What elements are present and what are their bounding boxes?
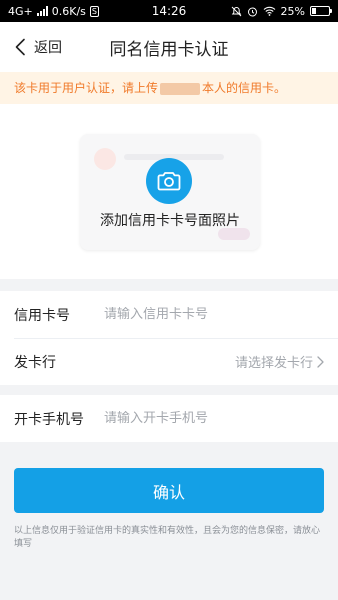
card-number-input[interactable] bbox=[104, 307, 324, 322]
alarm-icon bbox=[247, 7, 257, 16]
notice-text-after: 本人的信用卡。 bbox=[202, 81, 287, 95]
confirm-wrap: 确认 bbox=[0, 468, 338, 513]
privacy-footnote: 以上信息仅用于验证信用卡的真实性和有效性，且会为您的信息保密，请放心填写 bbox=[14, 526, 321, 549]
notice-banner: 该卡用于用户认证，请上传 本人的信用卡。 bbox=[0, 72, 338, 104]
notice-text-before: 该卡用于用户认证，请上传 bbox=[14, 81, 159, 95]
issuer-label: 发卡行 bbox=[14, 354, 56, 371]
card-number-row: 信用卡号 bbox=[0, 291, 338, 338]
redacted-name bbox=[160, 82, 201, 95]
phone-label: 开卡手机号 bbox=[14, 411, 84, 428]
status-right: 25% bbox=[231, 4, 332, 18]
card-photo-upload[interactable]: 添加信用卡卡号面照片 bbox=[80, 134, 260, 250]
back-label: 返回 bbox=[34, 40, 62, 56]
network-type: 4G+ bbox=[8, 4, 33, 18]
issuer-row[interactable]: 发卡行 请选择发卡行 bbox=[0, 338, 338, 385]
chevron-right-icon bbox=[317, 355, 324, 368]
phone-input[interactable] bbox=[104, 411, 324, 426]
upload-section: 添加信用卡卡号面照片 bbox=[0, 104, 338, 279]
card-number-label: 信用卡号 bbox=[14, 307, 70, 324]
confirm-button[interactable]: 确认 bbox=[14, 468, 324, 513]
chevron-left-icon bbox=[15, 38, 25, 56]
wifi-icon bbox=[263, 6, 275, 16]
status-bar: 4G+ 0.6K/s S 14:26 25% bbox=[0, 0, 338, 22]
camera-button[interactable] bbox=[146, 158, 192, 204]
signal-icon bbox=[36, 6, 48, 16]
card-sample-logo bbox=[94, 148, 116, 170]
upload-label: 添加信用卡卡号面照片 bbox=[100, 213, 240, 229]
network-speed: 0.6K/s bbox=[51, 4, 86, 18]
phone-group: 开卡手机号 bbox=[0, 395, 338, 442]
mute-icon bbox=[231, 6, 241, 16]
phone-row: 开卡手机号 bbox=[0, 395, 338, 442]
battery-icon bbox=[310, 6, 332, 16]
battery-percent: 25% bbox=[280, 4, 305, 18]
status-left: 4G+ 0.6K/s S bbox=[8, 5, 99, 18]
camera-icon bbox=[157, 172, 181, 191]
issuer-select[interactable]: 请选择发卡行 bbox=[235, 352, 324, 371]
app-badge-icon: S bbox=[89, 5, 99, 17]
back-button[interactable]: 返回 bbox=[0, 37, 62, 57]
issuer-placeholder: 请选择发卡行 bbox=[234, 356, 313, 371]
card-info-group: 信用卡号 发卡行 请选择发卡行 bbox=[0, 291, 338, 385]
nav-bar: 返回 同名信用卡认证 bbox=[0, 22, 338, 72]
